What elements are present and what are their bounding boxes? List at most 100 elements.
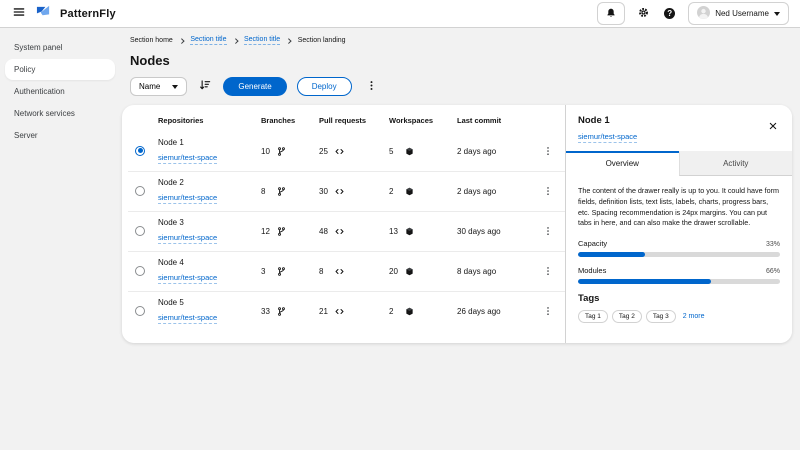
- breadcrumb-separator-icon: [286, 38, 291, 43]
- sort-by-select[interactable]: Name: [130, 77, 187, 96]
- breadcrumb-link[interactable]: Section title: [190, 36, 226, 45]
- sidebar-item[interactable]: Server: [5, 125, 115, 146]
- breadcrumb-item: Section home: [130, 37, 183, 44]
- tag-label: Tag 3: [646, 310, 676, 323]
- drawer-panel: Node 1 siemur/test-space Overview Activi…: [565, 105, 792, 343]
- drawer-repo-link[interactable]: siemur/test-space: [578, 132, 637, 143]
- help-button[interactable]: ?: [662, 6, 677, 21]
- sort-by-label: Name: [139, 82, 160, 91]
- row-kebab-button[interactable]: [539, 142, 557, 161]
- breadcrumb-link[interactable]: Section landing: [298, 37, 346, 44]
- row-radio[interactable]: [135, 266, 145, 276]
- row-radio[interactable]: [135, 146, 145, 156]
- table-row: Node 3 siemur/test-space 12: [128, 212, 565, 252]
- question-circle-icon: ?: [664, 8, 675, 19]
- code-branch-icon: [277, 307, 286, 316]
- sidebar-item[interactable]: Authentication: [5, 81, 115, 102]
- close-icon: [769, 118, 777, 133]
- branches-count: 12: [261, 227, 277, 236]
- sidebar-item-label: Network services: [14, 109, 75, 118]
- row-radio[interactable]: [135, 226, 145, 236]
- row-radio[interactable]: [135, 186, 145, 196]
- pull-requests-count: 8: [319, 267, 335, 276]
- drawer-close-button[interactable]: [766, 115, 780, 136]
- generate-button[interactable]: Generate: [223, 77, 286, 96]
- toolbar-kebab-button[interactable]: [362, 77, 381, 96]
- kebab-icon: [543, 264, 553, 279]
- sidebar-item[interactable]: Policy: [5, 59, 115, 80]
- repo-link[interactable]: siemur/test-space: [158, 273, 217, 284]
- drawer-title: Node 1: [578, 115, 637, 126]
- breadcrumb-link[interactable]: Section title: [244, 36, 280, 45]
- node-name: Node 4: [158, 258, 253, 267]
- sidebar-item-label: System panel: [14, 43, 62, 52]
- last-commit: 2 days ago: [453, 132, 535, 172]
- sidebar-item[interactable]: Network services: [5, 103, 115, 124]
- code-icon: [335, 267, 344, 276]
- sidebar-item-label: Server: [14, 131, 38, 140]
- table-row: Node 1 siemur/test-space 10: [128, 132, 565, 172]
- pull-requests-count: 21: [319, 307, 335, 316]
- brand-name: PatternFly: [60, 8, 116, 20]
- cube-icon: [405, 227, 414, 236]
- kebab-icon: [366, 79, 377, 94]
- main-content: Section home Section title Section title: [120, 28, 800, 449]
- notifications-button[interactable]: [597, 2, 625, 25]
- patternfly-logo: [36, 4, 51, 24]
- progress-label: Modules: [578, 266, 606, 275]
- page-title: Nodes: [130, 53, 792, 68]
- row-radio[interactable]: [135, 306, 145, 316]
- row-kebab-button[interactable]: [539, 222, 557, 241]
- cube-icon: [405, 307, 414, 316]
- column-header: Pull requests: [315, 108, 385, 132]
- sidebar: System panel Policy Authentication Netwo…: [0, 28, 120, 449]
- row-kebab-button[interactable]: [539, 302, 557, 321]
- workspaces-count: 2: [389, 187, 405, 196]
- tab-activity[interactable]: Activity: [679, 151, 793, 176]
- progress-item: Capacity 33%: [578, 239, 780, 257]
- repo-link[interactable]: siemur/test-space: [158, 233, 217, 244]
- deploy-button[interactable]: Deploy: [297, 77, 352, 96]
- tag-label: Tag 2: [612, 310, 642, 323]
- workspaces-count: 20: [389, 267, 405, 276]
- username: Ned Username: [715, 9, 769, 18]
- repo-link[interactable]: siemur/test-space: [158, 193, 217, 204]
- progress-bar-fill: [578, 279, 711, 284]
- repo-link[interactable]: siemur/test-space: [158, 313, 217, 324]
- settings-button[interactable]: [636, 4, 651, 23]
- tags-group: Tag 1 Tag 2 Tag 3 2 more: [578, 310, 780, 323]
- code-icon: [335, 187, 344, 196]
- sidebar-item[interactable]: System panel: [5, 37, 115, 58]
- breadcrumb-link[interactable]: Section home: [130, 37, 173, 44]
- progress-value: 66%: [766, 268, 780, 275]
- row-kebab-button[interactable]: [539, 182, 557, 201]
- kebab-icon: [543, 304, 553, 319]
- breadcrumb-separator-icon: [179, 38, 184, 43]
- progress-bar: [578, 252, 780, 257]
- progress-value: 33%: [766, 241, 780, 248]
- sort-order-button[interactable]: [197, 78, 213, 95]
- branches-count: 8: [261, 187, 277, 196]
- repo-link[interactable]: siemur/test-space: [158, 153, 217, 164]
- code-icon: [335, 147, 344, 156]
- tags-more-link[interactable]: 2 more: [683, 313, 705, 320]
- row-kebab-button[interactable]: [539, 262, 557, 281]
- branches-count: 10: [261, 147, 277, 156]
- toolbar: Name Generate Deploy: [130, 77, 792, 96]
- kebab-icon: [543, 184, 553, 199]
- table-row: Node 2 siemur/test-space 8: [128, 172, 565, 212]
- user-menu-button[interactable]: Ned Username: [688, 2, 789, 25]
- workspaces-count: 2: [389, 307, 405, 316]
- column-header: Workspaces: [385, 108, 453, 132]
- table-row: Node 4 siemur/test-space 3: [128, 252, 565, 292]
- actions-column-header: [535, 108, 565, 132]
- bell-icon: [606, 6, 616, 21]
- node-name: Node 5: [158, 298, 253, 307]
- app-window: PatternFly ?: [0, 0, 800, 450]
- progress-bar: [578, 279, 780, 284]
- column-header: Branches: [257, 108, 315, 132]
- menu-toggle-button[interactable]: [11, 4, 27, 23]
- tab-overview[interactable]: Overview: [566, 151, 679, 176]
- node-name: Node 2: [158, 178, 253, 187]
- kebab-icon: [543, 144, 553, 159]
